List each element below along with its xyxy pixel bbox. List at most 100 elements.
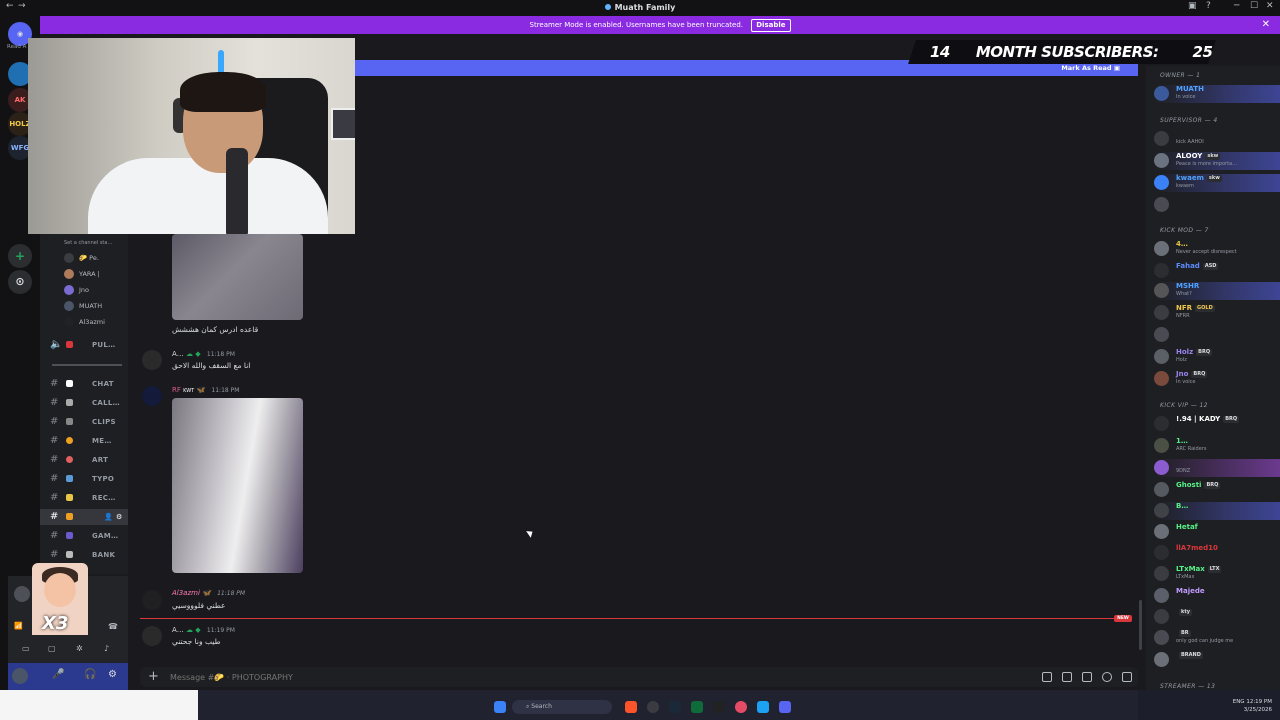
member-item[interactable]: llA7med10 (1154, 544, 1280, 562)
message-avatar[interactable] (142, 626, 162, 646)
member-item[interactable]: Ghosti BRQ (1154, 481, 1280, 499)
member-item[interactable]: BRAND (1154, 651, 1280, 669)
app-icon[interactable] (713, 701, 725, 713)
member-item[interactable]: !.94 | KADY BRQ (1154, 415, 1280, 433)
message-author[interactable]: A… ☁ ◆ 11:18 PM (172, 350, 235, 358)
member-item[interactable]: MSHR What? (1154, 282, 1280, 300)
read-all-label[interactable]: Read A (7, 44, 26, 50)
voice-user[interactable]: 🌮 Pe. (64, 250, 128, 266)
scrollbar[interactable] (1139, 600, 1142, 650)
taskbar-search[interactable]: ⌕ Search (512, 700, 612, 714)
activities-icon[interactable]: ✲ (76, 644, 83, 653)
message-author[interactable]: A… ☁ ◆ 11:19 PM (172, 626, 235, 634)
member-item[interactable]: kty (1154, 608, 1280, 626)
message-input[interactable] (170, 670, 1030, 684)
sticker-icon[interactable] (1082, 672, 1092, 682)
voice-user[interactable]: Al3azmi (64, 314, 128, 330)
app-icon[interactable] (691, 701, 703, 713)
close-window-icon[interactable]: ✕ (1266, 1, 1274, 11)
member-item[interactable]: Hetaf (1154, 523, 1280, 541)
member-item[interactable] (1154, 196, 1280, 214)
member-item[interactable]: ALOOY skw Peace is more importa… (1154, 152, 1280, 170)
channel-art[interactable]: # ART (40, 452, 128, 468)
member-item[interactable]: 9DNZ (1154, 459, 1280, 477)
member-item[interactable]: MUATH In voice (1154, 85, 1280, 103)
gift-icon[interactable] (1042, 672, 1052, 682)
voice-user[interactable]: MUATH (64, 298, 128, 314)
hash-icon: # (50, 530, 59, 541)
brave-browser-icon[interactable] (625, 701, 637, 713)
voice-user[interactable]: Jno (64, 282, 128, 298)
message-avatar[interactable] (142, 386, 162, 406)
mark-as-read-button[interactable]: Mark As Read (1061, 64, 1111, 72)
add-member-icon: 👤 (104, 513, 113, 521)
attach-plus-icon[interactable]: + (148, 669, 159, 684)
message-author[interactable]: Al3azmi 🦋 11:18 PM (172, 589, 245, 597)
message-avatar[interactable] (142, 590, 162, 610)
discord-taskbar-icon[interactable] (779, 701, 791, 713)
member-item[interactable]: Majede (1154, 587, 1280, 605)
app-icon[interactable] (757, 701, 769, 713)
chrome-icon[interactable] (735, 701, 747, 713)
steam-icon[interactable] (669, 701, 681, 713)
channel-chat[interactable]: # CHAT (40, 376, 128, 392)
discover-icon[interactable]: ⊙ (8, 270, 32, 294)
speaker-icon: 🔈 (50, 339, 63, 350)
member-item[interactable]: kick AAHOI (1154, 130, 1280, 148)
subscriber-overlay: 14 MONTH SUBSCRIBERS: 25 (930, 40, 1213, 64)
message-author[interactable]: RF KWT 🦋 11:18 PM (172, 386, 239, 394)
disconnect-icon[interactable]: ☎ (108, 622, 118, 631)
start-icon[interactable] (494, 701, 506, 713)
screen-share-icon[interactable]: ▢ (48, 644, 56, 653)
soundboard-icon[interactable]: ♪ (104, 644, 109, 653)
channel-photography-active[interactable]: # 👤 ⚙ (40, 509, 128, 525)
minimize-icon[interactable]: ─ (1234, 1, 1239, 11)
channel-typo[interactable]: # TYPO (40, 471, 128, 487)
emoji-icon[interactable] (1102, 672, 1112, 682)
headphones-icon[interactable]: 🎧 (84, 669, 96, 680)
member-item[interactable]: BR only god can judge me (1154, 629, 1280, 647)
member-item[interactable]: Fahad ASD (1154, 262, 1280, 280)
system-tray[interactable]: ENG 12:19 PM 3/25/2026 (1233, 698, 1272, 714)
avatar[interactable] (14, 586, 30, 602)
microphone-icon[interactable]: 🎤 (52, 669, 64, 680)
channel-status-hint[interactable]: Set a channel sta… (64, 240, 112, 246)
forward-icon[interactable]: → (18, 1, 26, 11)
gif-icon[interactable] (1062, 672, 1072, 682)
voice-channel-pul[interactable]: 🔈 PUL… (40, 337, 128, 353)
help-icon[interactable]: ? (1206, 1, 1211, 11)
channel-me[interactable]: # ME… (40, 433, 128, 449)
signal-icon[interactable]: 📶 (14, 622, 23, 630)
member-item[interactable]: NFR GOLD NFRR (1154, 304, 1280, 322)
camera-icon[interactable]: ▭ (22, 644, 30, 653)
user-avatar[interactable] (12, 668, 28, 684)
member-item[interactable]: B… (1154, 502, 1280, 520)
maximize-icon[interactable]: ☐ (1250, 1, 1258, 11)
member-item[interactable]: 1… ARC Raiders (1154, 437, 1280, 455)
back-icon[interactable]: ← (6, 1, 14, 11)
close-icon[interactable]: ✕ (1262, 16, 1270, 34)
obs-icon[interactable] (647, 701, 659, 713)
channel-call[interactable]: # CALL… (40, 395, 128, 411)
channel-rec[interactable]: # REC… (40, 490, 128, 506)
member-item[interactable]: Holz BRQ Holz (1154, 348, 1280, 366)
message-image-attachment[interactable] (172, 234, 303, 320)
member-item[interactable]: 4… Never accept disrespect (1154, 240, 1280, 258)
inbox-icon[interactable]: ▣ (1188, 1, 1197, 11)
channel-gam[interactable]: # GAM… (40, 528, 128, 544)
disable-button[interactable]: Disable (751, 19, 791, 32)
voice-user[interactable]: YARA | (64, 266, 128, 282)
settings-gear-icon[interactable]: ⚙ (108, 669, 117, 680)
clock-time: 12:19 PM (1246, 699, 1272, 705)
member-item[interactable]: kwaem skw kwaem (1154, 174, 1280, 192)
member-item[interactable]: LTxMax LTX LTxMax (1154, 565, 1280, 583)
message-image-attachment[interactable] (172, 398, 303, 573)
member-item[interactable]: Jno BRQ In voice (1154, 370, 1280, 388)
channel-bank[interactable]: # BANK (40, 547, 128, 563)
message-avatar[interactable] (142, 350, 162, 370)
channel-clips[interactable]: # CLIPS (40, 414, 128, 430)
member-item[interactable] (1154, 326, 1280, 344)
member-group-supervisor: SUPERVISOR — 4 (1160, 117, 1218, 124)
add-server-icon[interactable]: + (8, 244, 32, 268)
apps-icon[interactable] (1122, 672, 1132, 682)
